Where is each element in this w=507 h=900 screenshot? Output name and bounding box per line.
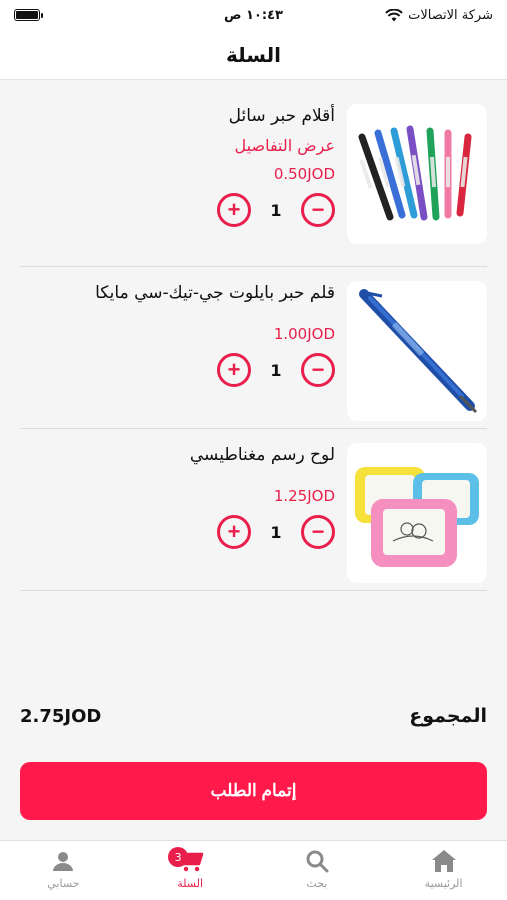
item-name: أقلام حبر سائل: [228, 106, 335, 126]
plus-icon: +: [227, 519, 241, 544]
item-price: 1.25JOD: [273, 487, 335, 505]
minus-icon: −: [311, 519, 325, 544]
increase-quantity-button[interactable]: +: [217, 515, 251, 549]
home-icon: [431, 850, 456, 872]
status-time: ١٠:٤٣ ص: [224, 7, 283, 23]
increase-quantity-button[interactable]: +: [217, 353, 251, 387]
total-amount: 2.75JOD: [20, 705, 102, 727]
view-details-link[interactable]: عرض التفاصيل: [235, 136, 335, 155]
item-info: أقلام حبر سائل عرض التفاصيل 0.50JOD − 1 …: [20, 104, 347, 227]
quantity-stepper: − 1 +: [217, 353, 335, 387]
tab-bar: حسابي 3 السلة بحث الرئيسية: [0, 840, 507, 900]
tab-cart[interactable]: 3 السلة: [127, 841, 254, 900]
increase-quantity-button[interactable]: +: [217, 193, 251, 227]
item-info: قلم حبر بايلوت جي-تيك-سي مايكا 1.00JOD −…: [20, 281, 347, 387]
plus-icon: +: [227, 197, 241, 222]
decrease-quantity-button[interactable]: −: [301, 193, 335, 227]
minus-icon: −: [311, 197, 325, 222]
decrease-quantity-button[interactable]: −: [301, 515, 335, 549]
carrier-name: شركة الاتصالات: [408, 7, 493, 23]
status-bar: ١٠:٤٣ ص شركة الاتصالات: [0, 0, 507, 30]
plus-icon: +: [227, 357, 241, 382]
item-price: 0.50JOD: [273, 165, 335, 183]
wifi-icon: [385, 8, 403, 21]
tab-label: السلة: [177, 877, 203, 890]
quantity-value: 1: [270, 522, 282, 542]
carrier-info: شركة الاتصالات: [385, 8, 493, 23]
cart-item: قلم حبر بايلوت جي-تيك-سي مايكا 1.00JOD −…: [20, 267, 487, 429]
cart-badge: 3: [168, 847, 189, 867]
checkout-button[interactable]: إتمام الطلب: [20, 762, 487, 820]
tab-home[interactable]: الرئيسية: [380, 841, 507, 900]
blue-pen-image[interactable]: [347, 281, 487, 421]
tab-search[interactable]: بحث: [254, 841, 381, 900]
page-header: السلة: [0, 30, 507, 80]
user-icon: [53, 852, 74, 871]
quantity-stepper: − 1 +: [217, 515, 335, 549]
tab-label: حسابي: [47, 877, 80, 890]
page-title: السلة: [225, 42, 281, 67]
decrease-quantity-button[interactable]: −: [301, 353, 335, 387]
search-icon: [306, 850, 329, 873]
tab-account[interactable]: حسابي: [0, 841, 127, 900]
quantity-value: 1: [270, 200, 282, 220]
pens-image[interactable]: [347, 104, 487, 244]
total-label: المجموع: [409, 705, 487, 727]
cart-item: لوح رسم مغناطيسي 1.25JOD − 1 +: [20, 429, 487, 591]
quantity-stepper: − 1 +: [217, 193, 335, 227]
quantity-value: 1: [270, 360, 282, 380]
battery-indicator: [14, 9, 43, 21]
tab-label: الرئيسية: [424, 877, 463, 890]
total-row: 2.75JOD المجموع: [20, 705, 487, 727]
battery-icon: [14, 9, 43, 21]
tab-label: بحث: [306, 877, 328, 890]
drawing-board-image[interactable]: [347, 443, 487, 583]
cart-list: أقلام حبر سائل عرض التفاصيل 0.50JOD − 1 …: [20, 90, 487, 591]
item-info: لوح رسم مغناطيسي 1.25JOD − 1 +: [20, 443, 347, 549]
minus-icon: −: [311, 357, 325, 382]
cart-item: أقلام حبر سائل عرض التفاصيل 0.50JOD − 1 …: [20, 90, 487, 267]
item-name: لوح رسم مغناطيسي: [189, 445, 335, 465]
item-name: قلم حبر بايلوت جي-تيك-سي مايكا: [95, 283, 335, 303]
item-price: 1.00JOD: [273, 325, 335, 343]
